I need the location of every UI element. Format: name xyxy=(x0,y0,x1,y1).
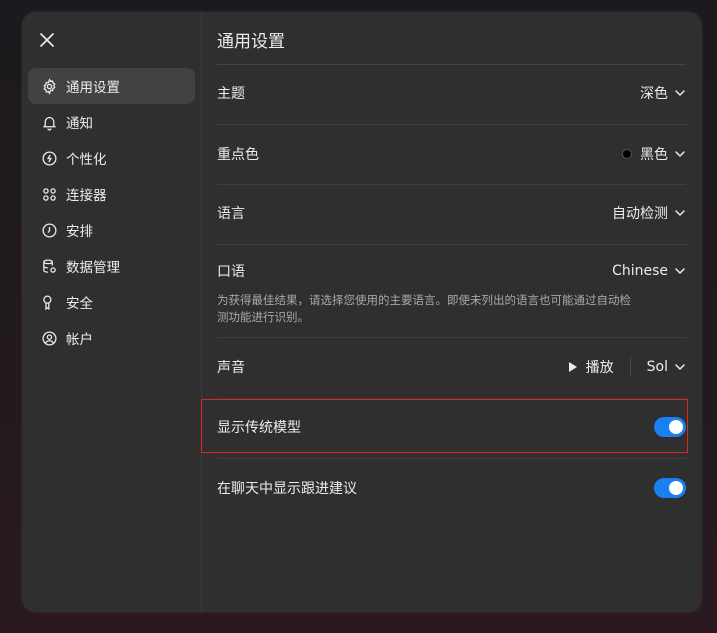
theme-value: 深色 xyxy=(640,86,668,102)
legacy-models-row: 显示传统模型 xyxy=(217,412,686,442)
toggle-knob xyxy=(669,420,683,434)
chevron-down-icon xyxy=(675,151,685,157)
gear-icon xyxy=(40,77,58,95)
sidebar-item-label: 个性化 xyxy=(66,152,107,168)
settings-nav: 通用设置 通知 个性化 连接器 安排 数据管理 安全 帐户 xyxy=(28,68,195,356)
sidebar-item-general[interactable]: 通用设置 xyxy=(28,68,195,104)
sidebar-item-label: 通知 xyxy=(66,116,93,132)
chevron-down-icon xyxy=(675,90,685,96)
accent-dropdown[interactable]: 黑色 xyxy=(622,144,686,164)
spoken-language-description: 为获得最佳结果，请选择您使用的主要语言。即使未列出的语言也可能通过自动检测功能进… xyxy=(217,293,631,324)
personalize-icon xyxy=(40,149,58,167)
user-icon xyxy=(40,329,58,347)
divider xyxy=(217,398,686,399)
spoken-language-label: 口语 xyxy=(217,264,245,280)
sidebar-item-account[interactable]: 帐户 xyxy=(28,320,195,356)
accent-value: 黑色 xyxy=(640,147,668,163)
sidebar-item-security[interactable]: 安全 xyxy=(28,284,195,320)
bell-icon xyxy=(40,113,58,131)
voice-dropdown[interactable]: Sol xyxy=(647,359,686,375)
divider xyxy=(217,337,686,338)
chevron-down-icon xyxy=(675,210,685,216)
sidebar-item-label: 安排 xyxy=(66,224,93,240)
spoken-language-value: Chinese xyxy=(612,263,668,279)
sidebar-item-label: 帐户 xyxy=(66,332,93,348)
clock-icon xyxy=(40,221,58,239)
accent-color-swatch xyxy=(622,149,632,159)
sidebar-item-notifications[interactable]: 通知 xyxy=(28,104,195,140)
voice-label: 声音 xyxy=(217,360,245,376)
legacy-models-toggle[interactable] xyxy=(654,417,686,437)
language-row: 语言 自动检测 xyxy=(217,198,686,228)
settings-content: 通用设置 主题 深色 重点色 黑色 语言 自动检测 口语 Chinese 为获得… xyxy=(217,12,686,612)
toggle-knob xyxy=(669,481,683,495)
language-value: 自动检测 xyxy=(612,206,668,222)
sidebar-item-data-controls[interactable]: 数据管理 xyxy=(28,248,195,284)
close-button[interactable] xyxy=(36,29,58,51)
divider xyxy=(217,184,686,185)
close-icon xyxy=(40,33,54,47)
sidebar-item-label: 数据管理 xyxy=(66,260,120,276)
chevron-down-icon xyxy=(675,268,685,274)
sidebar-item-label: 通用设置 xyxy=(66,80,120,96)
spoken-language-dropdown[interactable]: Chinese xyxy=(612,263,686,279)
follow-up-suggestions-label: 在聊天中显示跟进建议 xyxy=(217,481,357,497)
divider xyxy=(217,458,686,459)
database-icon xyxy=(40,257,58,275)
language-dropdown[interactable]: 自动检测 xyxy=(612,203,686,223)
play-voice-button[interactable]: 播放 xyxy=(568,357,614,377)
accent-label: 重点色 xyxy=(217,147,259,163)
sidebar-item-personalization[interactable]: 个性化 xyxy=(28,140,195,176)
connectors-icon xyxy=(40,185,58,203)
key-icon xyxy=(40,293,58,311)
theme-row: 主题 深色 xyxy=(217,78,686,108)
play-voice-label: 播放 xyxy=(585,360,614,376)
language-label: 语言 xyxy=(217,206,245,222)
sidebar-item-label: 安全 xyxy=(66,296,93,312)
accent-row: 重点色 黑色 xyxy=(217,139,686,169)
sidebar-item-label: 连接器 xyxy=(66,188,107,204)
theme-dropdown[interactable]: 深色 xyxy=(640,83,686,103)
play-icon xyxy=(568,362,577,372)
voice-value: Sol xyxy=(646,359,668,375)
legacy-models-label: 显示传统模型 xyxy=(217,420,301,436)
divider xyxy=(629,357,631,377)
settings-dialog: 通用设置 通知 个性化 连接器 安排 数据管理 安全 帐户 通用设置 主题 深色… xyxy=(22,12,702,612)
follow-up-suggestions-row: 在聊天中显示跟进建议 xyxy=(217,473,686,503)
follow-up-suggestions-toggle[interactable] xyxy=(654,478,686,498)
chevron-down-icon xyxy=(675,364,685,370)
divider xyxy=(217,244,686,245)
voice-controls: 播放 Sol xyxy=(568,357,686,377)
theme-label: 主题 xyxy=(217,86,245,102)
spoken-language-row: 口语 Chinese xyxy=(217,256,686,286)
voice-row: 声音 播放 Sol xyxy=(217,352,686,382)
divider xyxy=(217,64,686,65)
sidebar-item-schedules[interactable]: 安排 xyxy=(28,212,195,248)
sidebar-item-connectors[interactable]: 连接器 xyxy=(28,176,195,212)
divider xyxy=(217,124,686,125)
settings-sidebar: 通用设置 通知 个性化 连接器 安排 数据管理 安全 帐户 xyxy=(22,12,202,612)
page-title: 通用设置 xyxy=(217,32,285,52)
